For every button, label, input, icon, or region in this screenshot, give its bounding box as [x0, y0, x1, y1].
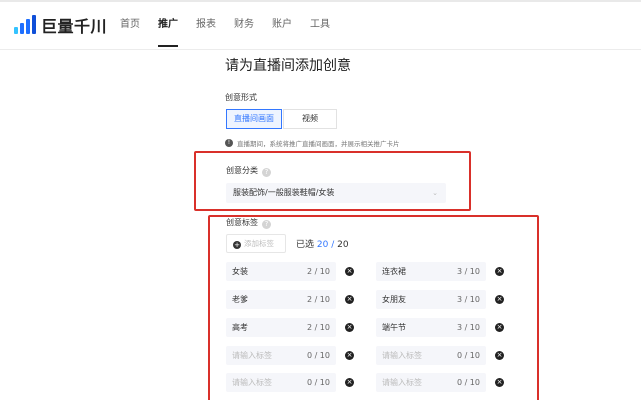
creative-form-hint: ! 直播期间，系统将推广直播间画面，并展示相关推广卡片	[225, 138, 400, 148]
question-circle-icon[interactable]: ?	[262, 168, 271, 177]
creative-category-label-text: 创意分类	[226, 166, 258, 175]
tag-input[interactable]: 女装 2 / 10	[226, 262, 336, 281]
top-navigation-bar: 巨量千川 首页 推广 报表 财务 账户 工具	[0, 0, 641, 50]
count-separator: /	[331, 240, 335, 250]
close-circle-icon[interactable]: ×	[345, 323, 354, 332]
count-max: 20	[337, 240, 349, 250]
add-tag-label: 添加标签	[244, 239, 274, 248]
add-tag-button[interactable]: + 添加标签	[226, 234, 286, 253]
tag-input[interactable]: 请输入标签 0 / 10	[376, 373, 486, 392]
close-circle-icon[interactable]: ×	[345, 267, 354, 276]
tag-char-count: 2 / 10	[306, 267, 330, 276]
close-circle-icon[interactable]: ×	[495, 351, 504, 360]
plus-circle-icon: +	[233, 241, 241, 249]
tag-input[interactable]: 端午节 3 / 10	[376, 318, 486, 337]
creative-tags-label-text: 创意标签	[226, 218, 258, 227]
option-video[interactable]: 视频	[283, 109, 337, 129]
close-circle-icon[interactable]: ×	[495, 323, 504, 332]
count-prefix: 已选	[296, 240, 315, 250]
nav-reports[interactable]: 报表	[196, 0, 216, 50]
tag-text: 请输入标签	[382, 378, 422, 387]
question-circle-icon[interactable]: ?	[262, 220, 271, 229]
count-selected: 20	[316, 240, 329, 250]
tag-input[interactable]: 请输入标签 0 / 10	[376, 346, 486, 365]
tag-input[interactable]: 女朋友 3 / 10	[376, 290, 486, 309]
page-title: 请为直播间添加创意	[225, 58, 351, 74]
tag-text: 请输入标签	[232, 351, 272, 360]
tag-char-count: 2 / 10	[306, 295, 330, 304]
category-select-value: 服装配饰/一般服装鞋帽/女装	[233, 188, 335, 197]
info-circle-icon: !	[225, 139, 233, 147]
main-nav: 首页 推广 报表 财务 账户 工具	[120, 0, 348, 50]
tag-text: 高考	[232, 323, 248, 332]
tag-input[interactable]: 请输入标签 0 / 10	[226, 373, 336, 392]
tag-text: 请输入标签	[232, 378, 272, 387]
hint-text: 直播期间，系统将推广直播间画面，并展示相关推广卡片	[237, 140, 400, 148]
tag-input[interactable]: 请输入标签 0 / 10	[226, 346, 336, 365]
tag-input[interactable]: 连衣裙 3 / 10	[376, 262, 486, 281]
close-circle-icon[interactable]: ×	[345, 378, 354, 387]
chevron-down-icon: ⌄	[432, 189, 438, 197]
nav-finance[interactable]: 财务	[234, 0, 254, 50]
tag-text: 请输入标签	[382, 351, 422, 360]
close-circle-icon[interactable]: ×	[495, 295, 504, 304]
tag-char-count: 0 / 10	[456, 351, 480, 360]
logo[interactable]: 巨量千川	[14, 14, 107, 36]
tag-text: 端午节	[382, 323, 406, 332]
category-select[interactable]: 服装配饰/一般服装鞋帽/女装 ⌄	[226, 183, 446, 203]
tag-char-count: 2 / 10	[306, 323, 330, 332]
option-live-room-screen[interactable]: 直播间画面	[226, 109, 282, 129]
tag-char-count: 3 / 10	[456, 323, 480, 332]
close-circle-icon[interactable]: ×	[345, 351, 354, 360]
nav-account[interactable]: 账户	[272, 0, 292, 50]
tag-input[interactable]: 老爹 2 / 10	[226, 290, 336, 309]
nav-home[interactable]: 首页	[120, 0, 140, 50]
tag-char-count: 0 / 10	[456, 378, 480, 387]
nav-promotion[interactable]: 推广	[158, 0, 178, 50]
close-circle-icon[interactable]: ×	[495, 378, 504, 387]
tag-text: 连衣裙	[382, 267, 406, 276]
tag-char-count: 3 / 10	[456, 267, 480, 276]
tag-text: 老爹	[232, 295, 248, 304]
tag-input[interactable]: 高考 2 / 10	[226, 318, 336, 337]
close-circle-icon[interactable]: ×	[345, 295, 354, 304]
creative-tags-label: 创意标签?	[226, 217, 271, 229]
tag-char-count: 3 / 10	[456, 295, 480, 304]
creative-form-label: 创意形式	[225, 93, 257, 102]
creative-category-label: 创意分类?	[226, 165, 271, 177]
tag-text: 女装	[232, 267, 248, 276]
tag-char-count: 0 / 10	[306, 351, 330, 360]
logo-text: 巨量千川	[41, 17, 108, 36]
tag-char-count: 0 / 10	[306, 378, 330, 387]
tag-text: 女朋友	[382, 295, 406, 304]
logo-bars-icon	[14, 14, 36, 36]
nav-tools[interactable]: 工具	[310, 0, 330, 50]
selected-tag-count: 已选 20 / 20	[296, 237, 349, 250]
close-circle-icon[interactable]: ×	[495, 267, 504, 276]
